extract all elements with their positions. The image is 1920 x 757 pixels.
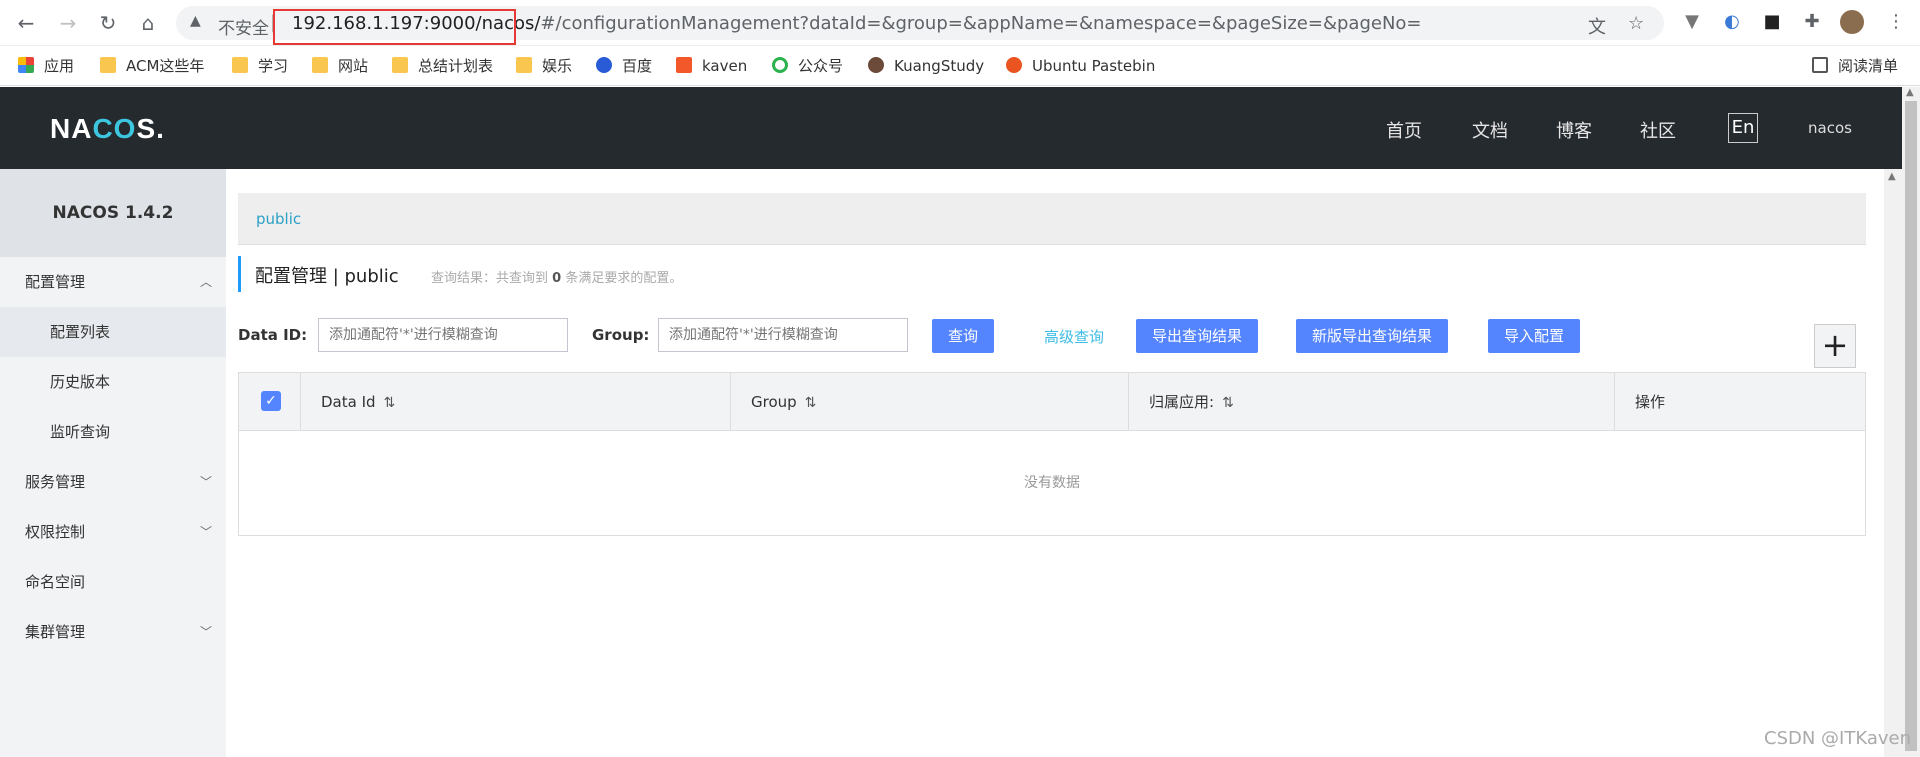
sort-icon[interactable]: ⇅ [805,395,817,411]
page-title-row: 配置管理 | public 查询结果：共查询到 0 条满足要求的配置。 [238,256,1866,292]
sidebar-item-config-list[interactable]: 配置列表 [0,307,226,357]
import-button[interactable]: 导入配置 [1488,319,1580,353]
baidu-icon [596,57,612,73]
scroll-up-icon[interactable]: ▲ [1906,87,1914,98]
namespace-bar: public [238,193,1866,245]
content-scrollbar[interactable]: ▲ [1884,169,1902,757]
folder-icon [232,57,248,73]
menu-icon[interactable]: ⋮ [1884,10,1908,34]
config-table: ✓ Data Id ⇅ Group ⇅ 归属应用: ⇅ 操作 没有数据 [238,372,1866,536]
add-config-button[interactable]: + [1814,324,1856,368]
export-new-button[interactable]: 新版导出查询结果 [1296,319,1448,353]
extension-icon[interactable]: ◐ [1720,10,1744,34]
sidebar-item-namespace[interactable]: 命名空间 [0,557,226,607]
page-title: 配置管理 | public [255,266,399,287]
csdn-icon [676,57,692,73]
warning-icon: ▲ [190,13,201,29]
sidebar-item-cluster[interactable]: 集群管理 ﹀ [0,607,226,657]
column-header-dataid[interactable]: Data Id ⇅ [301,373,731,431]
extension-icon[interactable]: ■ [1760,10,1784,34]
group-label: Group: [592,326,650,344]
reading-list-icon [1812,57,1828,73]
namespace-public[interactable]: public [256,210,301,228]
bookmark-item[interactable]: Ubuntu Pastebin [1006,56,1155,76]
advanced-query-link[interactable]: 高级查询 [1044,326,1104,347]
scroll-thumb[interactable] [1905,101,1917,751]
apps-icon [18,57,34,73]
wechat-icon [772,57,788,73]
main-content: public 配置管理 | public 查询结果：共查询到 0 条满足要求的配… [226,169,1884,757]
bookmark-item[interactable]: ACM这些年 [100,56,204,76]
sort-icon[interactable]: ⇅ [384,395,396,411]
sidebar-brand: NACOS 1.4.2 [0,169,226,257]
chevron-up-icon: ︿ [200,275,213,289]
ubuntu-icon [1006,57,1022,73]
sidebar-item-service-management[interactable]: 服务管理 ﹀ [0,457,226,507]
star-icon[interactable]: ☆ [1628,13,1644,34]
bookmark-item[interactable]: KuangStudy [868,56,984,76]
query-button[interactable]: 查询 [932,319,994,353]
language-toggle[interactable]: En [1728,113,1758,143]
user-name[interactable]: nacos [1808,119,1852,137]
bookmark-item[interactable]: 公众号 [772,56,843,76]
folder-icon [100,57,116,73]
url-highlight-box [273,9,516,45]
reading-list[interactable]: 阅读清单 [1812,56,1898,76]
sidebar-item-listener[interactable]: 监听查询 [0,407,226,457]
table-header: ✓ Data Id ⇅ Group ⇅ 归属应用: ⇅ 操作 [239,373,1865,431]
bookmark-item[interactable]: 百度 [596,56,652,76]
dataid-input[interactable] [318,318,568,352]
folder-icon [516,57,532,73]
page-scrollbar[interactable]: ▲ [1902,87,1920,757]
bookmark-item[interactable]: kaven [676,56,747,76]
scroll-up-icon[interactable]: ▲ [1888,171,1896,182]
bookmark-item[interactable]: 网站 [312,56,368,76]
column-header-actions: 操作 [1635,393,1666,411]
bookmarks-bar: 应用 ACM这些年 学习 网站 总结计划表 娱乐 百度 kaven 公众号 Ku… [0,46,1920,86]
bookmark-item[interactable]: 总结计划表 [392,56,493,76]
insecure-label: 不安全 [218,19,269,39]
bookmark-item[interactable]: 学习 [232,56,288,76]
nav-docs[interactable]: 文档 [1472,117,1508,143]
nav-blog[interactable]: 博客 [1556,117,1592,143]
column-header-app[interactable]: 归属应用: ⇅ [1129,373,1615,431]
column-header-group[interactable]: Group ⇅ [731,373,1129,431]
browser-toolbar: ← → ↻ ⌂ ▲ 不安全 | 192.168.1.197:9000/nacos… [0,0,1920,46]
sidebar-item-history[interactable]: 历史版本 [0,357,226,407]
folder-icon [392,57,408,73]
query-result-text: 查询结果：共查询到 0 条满足要求的配置。 [431,271,683,286]
forward-icon[interactable]: → [54,9,82,37]
sidebar-item-permissions[interactable]: 权限控制 ﹀ [0,507,226,557]
sort-icon[interactable]: ⇅ [1222,395,1234,411]
reload-icon[interactable]: ↻ [94,9,122,37]
bookmark-apps[interactable]: 应用 [18,56,74,76]
sidebar-item-config-management[interactable]: 配置管理 ︿ [0,257,226,307]
puzzle-icon[interactable]: ✚ [1800,10,1824,34]
select-all-checkbox[interactable]: ✓ [261,391,281,411]
translate-icon[interactable]: 文 [1588,13,1606,39]
folder-icon [312,57,328,73]
vue-extension-icon[interactable]: ▼ [1680,10,1704,34]
chevron-down-icon: ﹀ [200,475,213,489]
nacos-logo[interactable]: NACOS. [50,113,165,145]
watermark: CSDN @ITKaven [1764,728,1911,749]
bookmark-item[interactable]: 娱乐 [516,56,572,76]
sidebar: NACOS 1.4.2 配置管理 ︿ 配置列表 历史版本 监听查询 服务管理 ﹀… [0,169,226,757]
select-all-cell: ✓ [239,373,301,431]
app-header: NACOS. 首页 文档 博客 社区 En nacos [0,87,1902,169]
export-button[interactable]: 导出查询结果 [1136,319,1258,353]
back-icon[interactable]: ← [12,9,40,37]
home-icon[interactable]: ⌂ [134,9,162,37]
group-input[interactable] [658,318,908,352]
empty-state: 没有数据 [1024,475,1080,491]
nav-community[interactable]: 社区 [1640,117,1676,143]
dataid-label: Data ID: [238,326,308,344]
kuangstudy-icon [868,57,884,73]
chevron-down-icon: ﹀ [200,525,213,539]
avatar[interactable] [1840,10,1864,34]
chevron-down-icon: ﹀ [200,625,213,639]
nav-home[interactable]: 首页 [1386,117,1422,143]
